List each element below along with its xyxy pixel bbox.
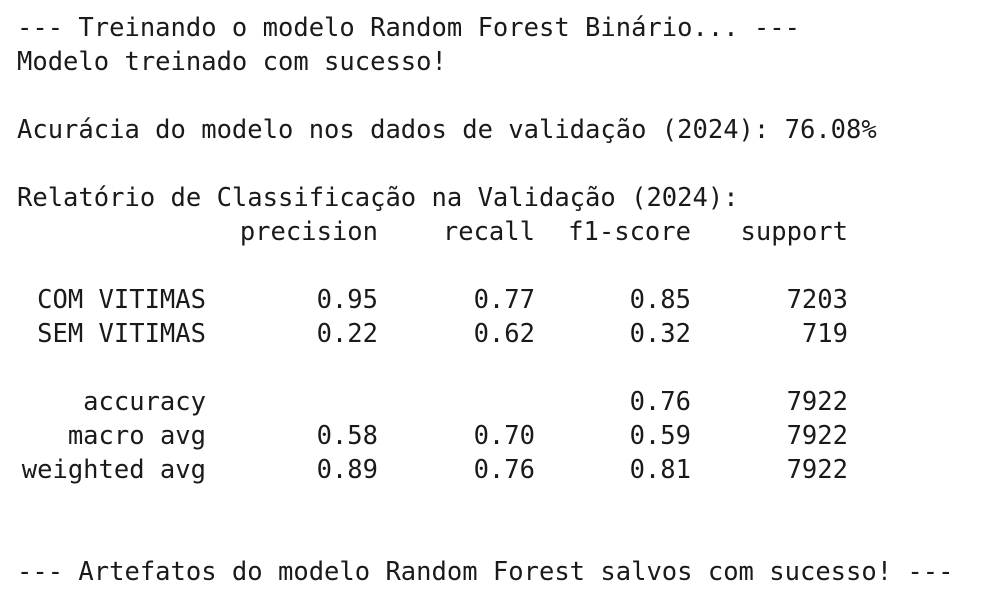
row-f1-score: 0.81 <box>629 455 691 485</box>
row-label: SEM VITIMAS <box>37 319 206 349</box>
trained-message: Modelo treinado com sucesso! <box>17 47 447 77</box>
row-f1-score: 0.59 <box>629 421 691 451</box>
row-support: 719 <box>801 319 848 349</box>
training-message: --- Treinando o modelo Random Forest Bin… <box>17 13 800 43</box>
header-precision: precision <box>239 217 378 247</box>
report-row-macro-avg: macro avg 0.58 0.70 0.59 7922 <box>17 419 977 453</box>
row-support: 7922 <box>786 387 848 417</box>
row-recall: 0.62 <box>473 319 535 349</box>
report-header-row: precision recall f1-score support <box>17 215 977 249</box>
saved-message: --- Artefatos do modelo Random Forest sa… <box>17 557 954 587</box>
row-precision: 0.89 <box>316 455 378 485</box>
row-recall: 0.70 <box>473 421 535 451</box>
row-label: COM VITIMAS <box>37 285 206 315</box>
row-precision: 0.58 <box>316 421 378 451</box>
row-f1-score: 0.76 <box>629 387 691 417</box>
header-support: support <box>740 217 848 247</box>
row-f1-score: 0.32 <box>629 319 691 349</box>
blank-lines <box>17 487 977 555</box>
row-recall: 0.76 <box>473 455 535 485</box>
console-output: --- Treinando o modelo Random Forest Bin… <box>17 11 977 589</box>
report-row-weighted-avg: weighted avg 0.89 0.76 0.81 7922 <box>17 453 977 487</box>
report-title: Relatório de Classificação na Validação … <box>17 183 739 213</box>
row-support: 7203 <box>786 285 848 315</box>
row-label: weighted avg <box>21 455 206 485</box>
accuracy-message: Acurácia do modelo nos dados de validaçã… <box>17 115 877 145</box>
report-row-sem-vitimas: SEM VITIMAS 0.22 0.62 0.32 719 <box>17 317 977 351</box>
header-recall: recall <box>442 217 535 247</box>
row-precision: 0.22 <box>316 319 378 349</box>
row-recall <box>378 385 535 419</box>
header-f1-score: f1-score <box>568 217 691 247</box>
row-f1-score: 0.85 <box>629 285 691 315</box>
row-precision: 0.95 <box>316 285 378 315</box>
report-row-com-vitimas: COM VITIMAS 0.95 0.77 0.85 7203 <box>17 283 977 317</box>
row-precision <box>206 385 378 419</box>
row-support: 7922 <box>786 421 848 451</box>
row-recall: 0.77 <box>473 285 535 315</box>
header-label-cell <box>17 215 206 249</box>
row-label: macro avg <box>67 421 206 451</box>
report-row-accuracy: accuracy 0.76 7922 <box>17 385 977 419</box>
row-label: accuracy <box>83 387 206 417</box>
row-support: 7922 <box>786 455 848 485</box>
